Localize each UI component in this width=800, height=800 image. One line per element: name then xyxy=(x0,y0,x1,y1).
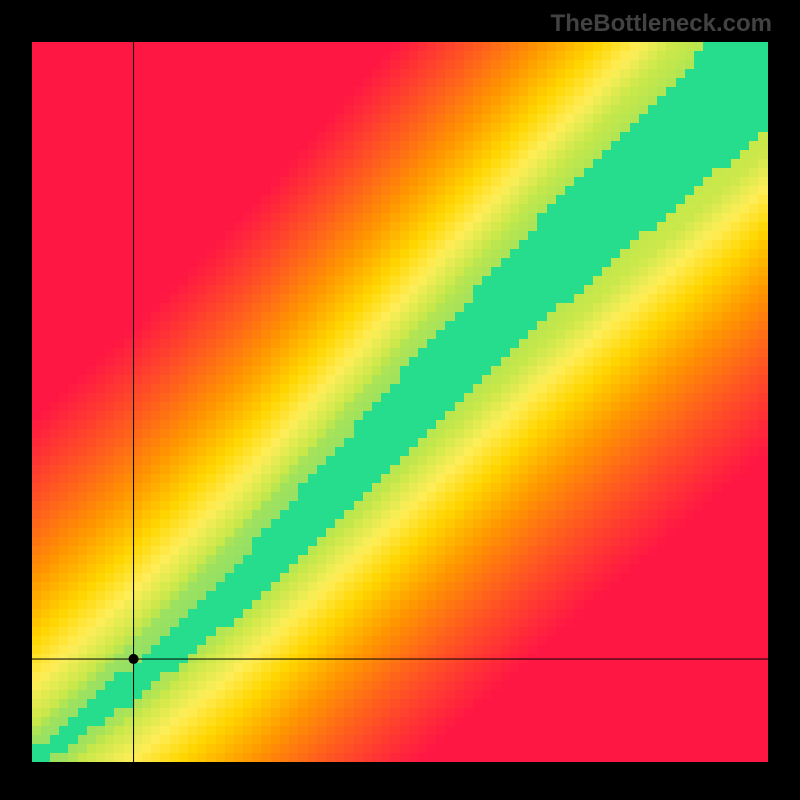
heatmap-canvas xyxy=(32,42,768,762)
watermark-text: TheBottleneck.com xyxy=(551,10,772,38)
chart-stage: TheBottleneck.com xyxy=(0,0,800,800)
